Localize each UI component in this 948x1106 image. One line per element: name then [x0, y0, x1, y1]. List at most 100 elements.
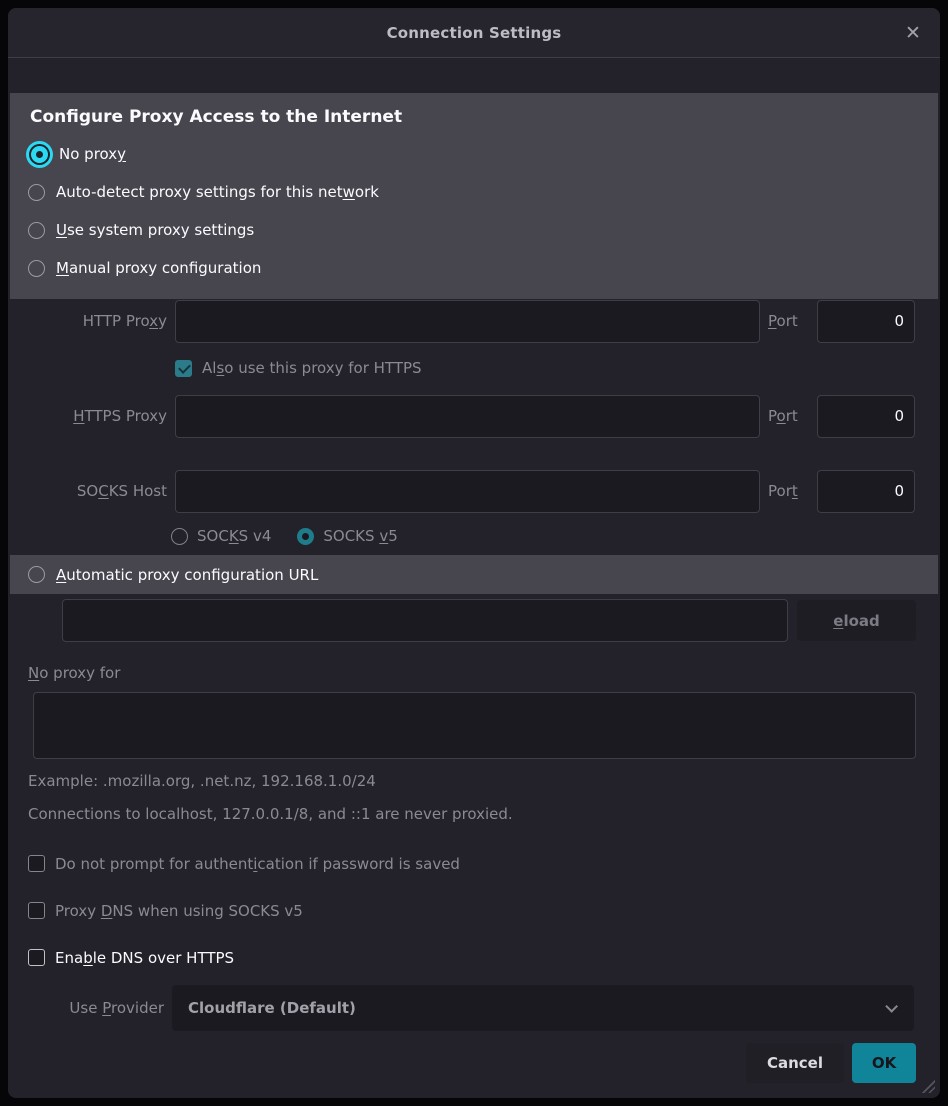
label-text: rovider [111, 999, 164, 1017]
http-port-input[interactable] [817, 300, 915, 343]
access-key: M [56, 259, 69, 277]
checkbox-checked-icon[interactable] [175, 360, 192, 377]
chevron-down-icon [885, 1000, 898, 1013]
label-text: Proxy [55, 902, 101, 920]
access-key: P [102, 999, 111, 1017]
access-key: y [117, 145, 126, 163]
radio-label: Use system proxy settings [56, 221, 254, 239]
access-key: K [229, 527, 239, 545]
http-proxy-row: HTTP Proxy Port [8, 299, 940, 343]
access-key: w [343, 183, 355, 201]
proxy-dns-socks5-checkbox-row[interactable]: Proxy DNS when using SOCKS v5 [28, 901, 940, 920]
label-text: cation if password is saved [257, 855, 460, 873]
reload-button[interactable]: eload [797, 600, 916, 641]
section-heading: Configure Proxy Access to the Internet [30, 107, 938, 127]
socks-host-input[interactable] [175, 470, 760, 513]
label-text: SO [77, 482, 98, 500]
label-text: NS when using SOCKS v5 [112, 902, 302, 920]
titlebar: Connection Settings ✕ [8, 8, 940, 58]
no-prompt-auth-checkbox-row[interactable]: Do not prompt for authentication if pass… [28, 854, 940, 873]
localhost-note-text: Connections to localhost, 127.0.0.1/8, a… [28, 805, 940, 825]
radio-button-icon[interactable] [28, 184, 45, 201]
access-key: H [73, 407, 84, 425]
radio-button-icon[interactable] [171, 528, 188, 545]
radio-use-system-proxy[interactable]: Use system proxy settings [28, 211, 938, 249]
label-text: load [843, 612, 879, 630]
provider-select[interactable]: Cloudflare (Default) [172, 985, 914, 1031]
http-port-label: Port [768, 312, 809, 330]
radio-socks-v4[interactable]: SOCKS v4 [171, 527, 271, 545]
label-text: SOCKS [323, 527, 379, 545]
no-proxy-example-text: Example: .mozilla.org, .net.nz, 192.168.… [28, 772, 940, 792]
checkbox-icon[interactable] [28, 902, 45, 919]
auto-config-url-row: eload [8, 599, 940, 642]
radio-button-icon[interactable] [28, 566, 45, 583]
http-proxy-input[interactable] [175, 300, 760, 343]
label-text: le DNS over HTTPS [93, 949, 234, 967]
socks-v5-label: SOCKS v5 [323, 527, 397, 545]
access-key: v [379, 527, 388, 545]
checkbox-icon[interactable] [28, 949, 45, 966]
radio-label: Manual proxy configuration [56, 259, 261, 277]
label-text: Por [768, 482, 792, 500]
label-text: 5 [388, 527, 398, 545]
doh-provider-row: Use Provider Cloudflare (Default) [8, 985, 940, 1031]
label-text: anual proxy configuration [69, 259, 261, 277]
ok-button[interactable]: OK [852, 1043, 916, 1083]
radio-manual-proxy[interactable]: Manual proxy configuration [28, 249, 938, 287]
radio-button-icon[interactable] [28, 260, 45, 277]
radio-socks-v5[interactable]: SOCKS v5 [297, 527, 397, 545]
radio-button-icon[interactable] [297, 528, 314, 545]
access-key: D [101, 902, 113, 920]
enable-doh-checkbox-row[interactable]: Enable DNS over HTTPS [28, 948, 940, 967]
label-text: Use [69, 999, 102, 1017]
label-text: se system proxy settings [67, 221, 254, 239]
label-text: o use this proxy for HTTPS [224, 359, 421, 377]
https-port-input[interactable] [817, 395, 915, 438]
access-key: o [777, 407, 786, 425]
enable-doh-label: Enable DNS over HTTPS [55, 949, 234, 967]
radio-label: Auto-detect proxy settings for this netw… [56, 183, 379, 201]
http-proxy-label: HTTP Proxy [8, 312, 167, 330]
socks-host-row: SOCKS Host Port [8, 469, 940, 513]
label-text: y [158, 312, 167, 330]
radio-no-proxy[interactable]: No proxy [28, 135, 938, 173]
label-text: rt [786, 407, 798, 425]
access-key: A [56, 566, 66, 584]
label-text: Do not prompt for authent [55, 855, 253, 873]
label-text: Ena [55, 949, 83, 967]
access-key: C [98, 482, 108, 500]
checkbox-icon[interactable] [28, 855, 45, 872]
radio-auto-detect[interactable]: Auto-detect proxy settings for this netw… [28, 173, 938, 211]
auto-config-section: Automatic proxy configuration URL [10, 555, 938, 594]
also-https-label: Also use this proxy for HTTPS [202, 359, 422, 377]
socks-port-input[interactable] [817, 470, 915, 513]
access-key: t [792, 482, 798, 500]
socks-v4-label: SOCKS v4 [197, 527, 271, 545]
access-key: x [149, 312, 158, 330]
access-key: e [833, 612, 843, 630]
cancel-button[interactable]: Cancel [746, 1043, 844, 1083]
also-https-checkbox-row[interactable]: Also use this proxy for HTTPS [175, 359, 940, 377]
dialog-title: Connection Settings [387, 24, 562, 42]
label-text: S v4 [239, 527, 272, 545]
label-text: No prox [59, 145, 117, 163]
access-key: U [56, 221, 67, 239]
connection-settings-dialog: Connection Settings ✕ Configure Proxy Ac… [8, 8, 940, 1098]
radio-auto-config-url[interactable]: Automatic proxy configuration URL [28, 566, 318, 584]
access-key: b [83, 949, 93, 967]
https-proxy-input[interactable] [175, 395, 760, 438]
access-key: N [28, 664, 39, 682]
close-icon[interactable]: ✕ [900, 20, 926, 46]
auto-config-url-input[interactable] [62, 599, 788, 642]
radio-button-icon[interactable] [31, 146, 48, 163]
https-proxy-row: HTTPS Proxy Port [8, 394, 940, 438]
label-text: Al [202, 359, 216, 377]
label-text: SOC [197, 527, 229, 545]
access-key: P [768, 312, 777, 330]
no-proxy-for-textarea[interactable] [33, 692, 916, 759]
radio-label: No proxy [59, 145, 126, 163]
label-text: KS Host [109, 482, 167, 500]
radio-button-icon[interactable] [28, 222, 45, 239]
label-text: Auto-detect proxy settings for this net [56, 183, 343, 201]
